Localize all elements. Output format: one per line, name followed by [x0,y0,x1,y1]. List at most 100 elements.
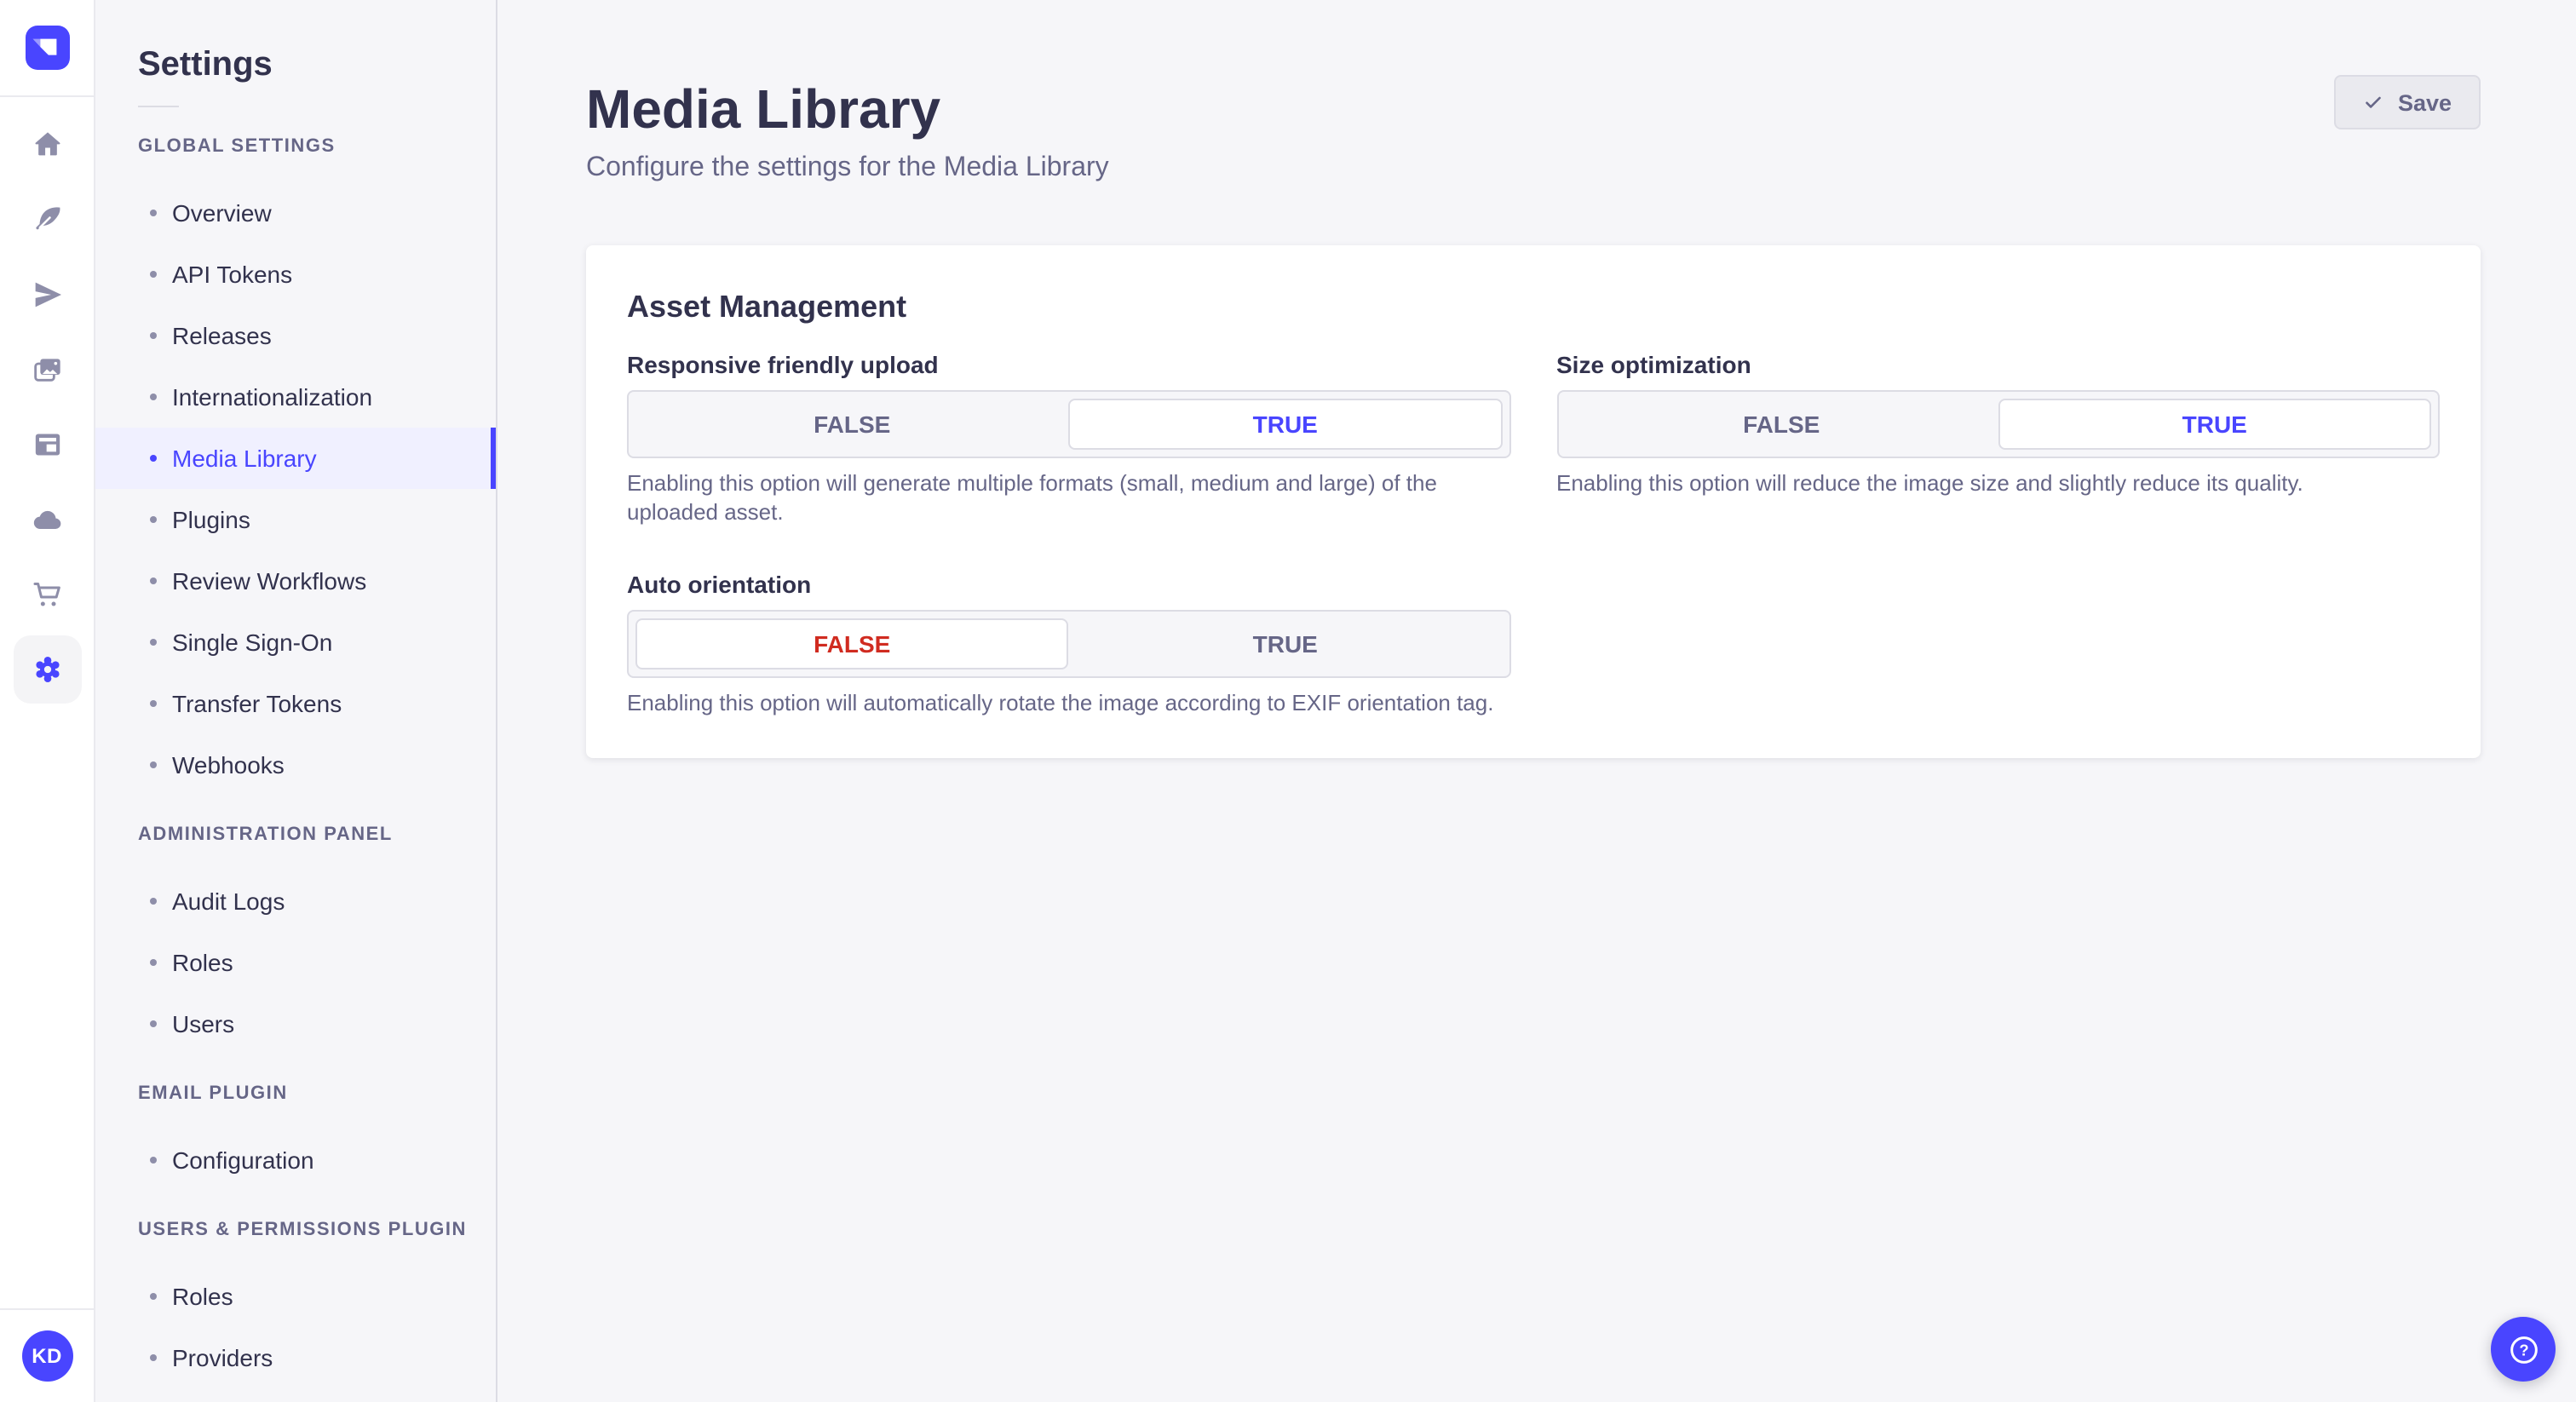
toggle-group: FALSE TRUE [627,610,1510,678]
bullet-icon [150,210,157,216]
user-avatar[interactable]: KD [21,1330,72,1382]
sidebar-item-label: Configuration [172,1146,314,1174]
bullet-icon [150,700,157,707]
sidebar-item-label: Providers [172,1344,273,1371]
sidebar-item-label: Roles [172,1283,233,1310]
rail-nav [0,97,94,707]
asset-management-card: Asset Management Responsive friendly upl… [586,245,2481,758]
sidebar-item-label: Webhooks [172,751,285,779]
bullet-icon [150,1293,157,1300]
question-mark-icon: ? [2505,1331,2541,1367]
bullet-icon [150,1157,157,1164]
toggle-option-false[interactable]: FALSE [1565,399,1998,450]
sidebar-item-releases[interactable]: Releases [95,305,496,366]
bullet-icon [150,761,157,768]
svg-text:?: ? [2518,1340,2527,1358]
sidebar-title: Settings [138,46,273,83]
help-button[interactable]: ? [2491,1317,2556,1382]
sidebar-item-overview[interactable]: Overview [95,182,496,244]
sidebar-item-roles[interactable]: Roles [95,932,496,993]
field-label: Responsive friendly upload [627,351,939,378]
field-helper-text: Enabling this option will automatically … [627,690,1494,715]
field-helper-text: Enabling this option will reduce the ima… [1556,470,2303,496]
sidebar-item-label: Review Workflows [172,567,367,595]
bullet-icon [150,1354,157,1361]
page-header: Media Library Configure the settings for… [497,0,2576,187]
sidebar-item-users[interactable]: Users [95,993,496,1054]
save-label: Save [2397,89,2452,115]
rail-item-marketplace[interactable] [9,557,84,632]
sidebar-section: ADMINISTRATION PANEL Audit Logs Roles Users [95,825,496,1054]
sidebar-section: GLOBAL SETTINGS Overview API Tokens Release… [95,136,496,796]
sidebar-item-transfer-tokens[interactable]: Transfer Tokens [95,673,496,734]
sidebar-item-single-sign-on[interactable]: Single Sign-On [95,612,496,673]
rail-item-releases[interactable] [9,257,84,332]
app-root: KD Settings GLOBAL SETTINGS Overview API T… [0,0,2576,1402]
toggle-option-false[interactable]: FALSE [635,618,1069,669]
main-content: Media Library Configure the settings for… [497,0,2576,1402]
rail-item-home[interactable] [9,107,84,182]
settings-sidebar: Settings GLOBAL SETTINGS Overview API Toke… [95,0,497,1402]
avatar-initials: KD [32,1344,62,1368]
sidebar-item-api-tokens[interactable]: API Tokens [95,244,496,305]
sidebar-item-media-library[interactable]: Media Library [95,428,496,489]
field-label: Size optimization [1556,351,1751,378]
sidebar-item-configuration[interactable]: Configuration [95,1129,496,1191]
sidebar-item-label: Users [172,1010,235,1037]
sidebar-item-label: API Tokens [172,261,293,288]
toggle-option-true[interactable]: TRUE [1998,399,2431,450]
bullet-icon [150,639,157,646]
section-header: GLOBAL SETTINGS [138,136,336,157]
nav-rail: KD [0,0,95,1402]
layout-icon [13,411,81,479]
bullet-icon [150,577,157,584]
field-responsive-friendly-upload: Responsive friendly upload FALSE TRUE Enabl… [627,351,1510,526]
sidebar-item-roles[interactable]: Roles [95,1266,496,1327]
feather-icon [13,186,81,254]
gear-icon [13,635,81,704]
fields-grid: Responsive friendly upload FALSE TRUE Enabl… [627,351,2440,717]
bullet-icon [150,332,157,339]
bullet-icon [150,898,157,905]
toggle-group: FALSE TRUE [627,390,1510,458]
section-header: USERS & PERMISSIONS PLUGIN [138,1220,467,1240]
page-header-text: Media Library Configure the settings for… [586,75,1109,187]
toggle-group: FALSE TRUE [1556,390,2440,458]
bullet-icon [150,1020,157,1027]
rail-item-settings[interactable] [9,632,84,707]
rail-footer: KD [0,1308,94,1402]
sidebar-item-label: Transfer Tokens [172,690,342,717]
sidebar-sections: GLOBAL SETTINGS Overview API Tokens Release… [95,136,496,1388]
field-helper-text: Enabling this option will generate multi… [627,470,1437,525]
sidebar-item-label: Audit Logs [172,888,285,915]
paper-plane-icon [13,261,81,329]
sidebar-item-internationalization[interactable]: Internationalization [95,366,496,428]
home-icon [13,111,81,179]
sidebar-item-label: Internationalization [172,383,373,411]
divider [138,106,179,107]
rail-item-content-manager[interactable] [9,407,84,482]
strapi-logo[interactable] [25,26,69,70]
bullet-icon [150,516,157,523]
toggle-option-false[interactable]: FALSE [635,399,1069,450]
sidebar-section: EMAIL PLUGIN Configuration [95,1083,496,1191]
save-button[interactable]: Save [2334,75,2481,129]
sidebar-item-providers[interactable]: Providers [95,1327,496,1388]
page-subtitle: Configure the settings for the Media Lib… [586,153,1109,182]
sidebar-item-label: Releases [172,322,272,349]
picture-icon [13,336,81,404]
rail-item-cloud[interactable] [9,482,84,557]
logo-cell [0,0,94,97]
sidebar-item-review-workflows[interactable]: Review Workflows [95,550,496,612]
toggle-option-true[interactable]: TRUE [1069,618,1503,669]
sidebar-item-webhooks[interactable]: Webhooks [95,734,496,796]
bullet-icon [150,455,157,462]
sidebar-item-label: Roles [172,949,233,976]
sidebar-item-plugins[interactable]: Plugins [95,489,496,550]
rail-item-content-type-builder[interactable] [9,182,84,257]
page-title: Media Library [586,78,941,140]
sidebar-item-audit-logs[interactable]: Audit Logs [95,871,496,932]
rail-item-media-library[interactable] [9,332,84,407]
toggle-option-true[interactable]: TRUE [1068,399,1502,450]
bullet-icon [150,394,157,400]
